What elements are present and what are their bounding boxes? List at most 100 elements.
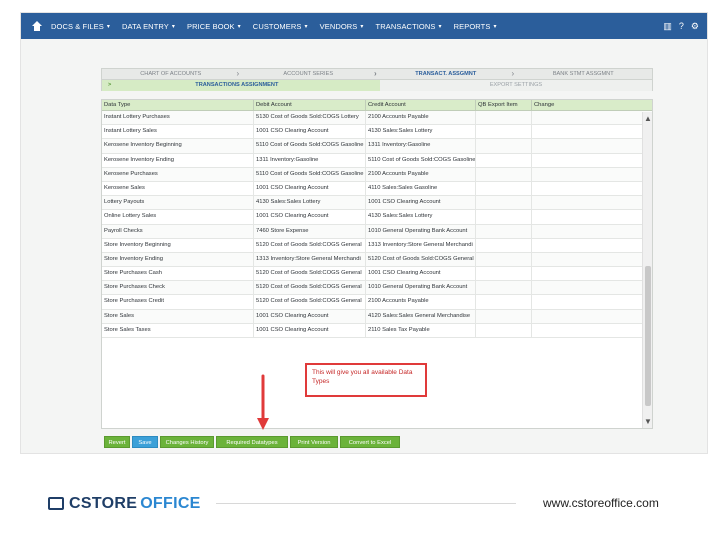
column-header-data-type[interactable]: Data Type: [102, 100, 254, 110]
cell-credit-account[interactable]: 1313 Inventory:Store General Merchandi: [366, 238, 476, 252]
cell-qb-export-item[interactable]: [476, 196, 532, 210]
cell-debit-account[interactable]: 5130 Cost of Goods Sold:COGS Lottery: [254, 111, 366, 125]
tab-chart-of-accounts[interactable]: CHART OF ACCOUNTS: [102, 69, 240, 79]
cell-credit-account[interactable]: 1311 Inventory:Gasoline: [366, 139, 476, 153]
table-row[interactable]: Kerosene Inventory Beginning 5110 Cost of…: [102, 139, 652, 154]
subtab-transactions-assignment[interactable]: > TRANSACTIONS ASSIGNMENT: [102, 80, 380, 91]
table-row[interactable]: Store Inventory Beginning 5120 Cost of Go…: [102, 238, 652, 253]
nav-price-book[interactable]: PRICE BOOK ▾: [187, 22, 241, 31]
revert-button[interactable]: Revert: [104, 436, 130, 448]
nav-customers[interactable]: CUSTOMERS ▾: [253, 22, 308, 31]
cell-qb-export-item[interactable]: [476, 153, 532, 167]
cell-credit-account[interactable]: 1001 CSO Clearing Account: [366, 196, 476, 210]
nav-data-entry[interactable]: DATA ENTRY ▾: [122, 22, 175, 31]
cell-qb-export-item[interactable]: [476, 111, 532, 125]
nav-docs-files[interactable]: DOCS & FILES ▾: [51, 22, 110, 31]
cell-credit-account[interactable]: 2110 Sales Tax Payable: [366, 323, 476, 337]
cell-credit-account[interactable]: 5120 Cost of Goods Sold:COGS General: [366, 252, 476, 267]
cell-credit-account[interactable]: 1010 General Operating Bank Account: [366, 281, 476, 295]
cell-credit-account[interactable]: 2100 Accounts Payable: [366, 295, 476, 309]
cell-qb-export-item[interactable]: [476, 139, 532, 153]
cell-change[interactable]: [532, 281, 642, 294]
required-datatypes-button[interactable]: Required Datatypes: [216, 436, 288, 448]
table-row[interactable]: Store Purchases Credit 5120 Cost of Goods…: [102, 295, 652, 310]
column-header-change[interactable]: Change: [532, 100, 642, 110]
cell-debit-account[interactable]: 1001 CSO Clearing Account: [254, 309, 366, 323]
cell-change[interactable]: [532, 310, 642, 323]
table-row[interactable]: Online Lottery Sales 1001 CSO Clearing Ac…: [102, 210, 652, 225]
changes-history-button[interactable]: Changes History: [160, 436, 214, 448]
cell-change[interactable]: [532, 239, 642, 252]
column-header-debit-account[interactable]: Debit Account: [254, 100, 366, 110]
cell-qb-export-item[interactable]: [476, 224, 532, 238]
cell-change[interactable]: [532, 182, 642, 195]
table-row[interactable]: Lottery Payouts 4130 Sales:Sales Lottery 1…: [102, 196, 652, 211]
cell-change[interactable]: [532, 168, 642, 181]
nav-transactions[interactable]: TRANSACTIONS ▾: [376, 22, 442, 31]
nav-vendors[interactable]: VENDORS ▾: [320, 22, 364, 31]
cell-debit-account[interactable]: 5120 Cost of Goods Sold:COGS General: [254, 267, 366, 281]
cell-change[interactable]: [532, 196, 642, 209]
cell-change[interactable]: [532, 125, 642, 138]
scroll-down-icon[interactable]: ▼: [644, 417, 652, 426]
cell-credit-account[interactable]: 5110 Cost of Goods Sold:COGS Gasoline: [366, 153, 476, 167]
cell-qb-export-item[interactable]: [476, 309, 532, 323]
scrollbar-thumb[interactable]: [645, 266, 651, 406]
cell-debit-account[interactable]: 1001 CSO Clearing Account: [254, 210, 366, 224]
cell-credit-account[interactable]: 2100 Accounts Payable: [366, 167, 476, 181]
help-icon[interactable]: ?: [679, 20, 684, 32]
table-row[interactable]: Kerosene Inventory Ending 1311 Inventory:…: [102, 153, 652, 168]
cell-change[interactable]: [532, 111, 642, 124]
cell-credit-account[interactable]: 4120 Sales:Sales General Merchandise: [366, 309, 476, 323]
cell-change[interactable]: [532, 253, 642, 266]
cell-change[interactable]: [532, 267, 642, 280]
cell-debit-account[interactable]: 5110 Cost of Goods Sold:COGS Gasoline: [254, 139, 366, 153]
cell-qb-export-item[interactable]: [476, 210, 532, 224]
cell-debit-account[interactable]: 5110 Cost of Goods Sold:COGS Gasoline: [254, 167, 366, 181]
cell-qb-export-item[interactable]: [476, 125, 532, 139]
cell-credit-account[interactable]: 2100 Accounts Payable: [366, 111, 476, 125]
cell-change[interactable]: [532, 324, 642, 337]
cell-change[interactable]: [532, 139, 642, 152]
cell-qb-export-item[interactable]: [476, 267, 532, 281]
table-row[interactable]: Instant Lottery Sales 1001 CSO Clearing A…: [102, 125, 652, 140]
cell-change[interactable]: [532, 295, 642, 308]
cell-credit-account[interactable]: 4110 Sales:Sales Gasoline: [366, 181, 476, 196]
nav-reports[interactable]: REPORTS ▾: [454, 22, 497, 31]
cell-qb-export-item[interactable]: [476, 238, 532, 252]
cell-credit-account[interactable]: 4130 Sales:Sales Lottery: [366, 210, 476, 224]
cell-debit-account[interactable]: 7460 Store Expense: [254, 224, 366, 238]
cell-debit-account[interactable]: 5120 Cost of Goods Sold:COGS General: [254, 281, 366, 295]
column-header-credit-account[interactable]: Credit Account: [366, 100, 476, 110]
table-row[interactable]: Store Sales 1001 CSO Clearing Account 4120…: [102, 309, 652, 324]
table-row[interactable]: Store Purchases Check 5120 Cost of Goods …: [102, 281, 652, 296]
print-version-button[interactable]: Print Version: [290, 436, 338, 448]
cell-credit-account[interactable]: 1001 CSO Clearing Account: [366, 267, 476, 281]
cell-debit-account[interactable]: 5120 Cost of Goods Sold:COGS General: [254, 295, 366, 309]
cell-qb-export-item[interactable]: [476, 281, 532, 295]
table-row[interactable]: Instant Lottery Purchases 5130 Cost of Go…: [102, 111, 652, 126]
cell-debit-account[interactable]: 1001 CSO Clearing Account: [254, 323, 366, 337]
cell-change[interactable]: [532, 210, 642, 223]
table-row[interactable]: Store Sales Taxes 1001 CSO Clearing Accou…: [102, 323, 652, 338]
table-row[interactable]: Payroll Checks 7460 Store Expense 1010 Gen…: [102, 224, 652, 239]
cell-debit-account[interactable]: 1001 CSO Clearing Account: [254, 125, 366, 139]
cell-debit-account[interactable]: 1311 Inventory:Gasoline: [254, 153, 366, 167]
cell-debit-account[interactable]: 1001 CSO Clearing Account: [254, 181, 366, 196]
vertical-scrollbar[interactable]: ▲ ▼: [642, 112, 652, 428]
save-button[interactable]: Save: [132, 436, 158, 448]
table-row[interactable]: Store Purchases Cash 5120 Cost of Goods S…: [102, 267, 652, 282]
tab-bank-stmt-assgmnt[interactable]: BANK STMT ASSGMNT: [512, 69, 653, 79]
cell-debit-account[interactable]: 1313 Inventory:Store General Merchandi: [254, 252, 366, 267]
table-row[interactable]: Kerosene Purchases 5110 Cost of Goods Sol…: [102, 167, 652, 182]
cell-change[interactable]: [532, 225, 642, 238]
column-header-qb-export-item[interactable]: QB Export Item: [476, 100, 532, 110]
cell-debit-account[interactable]: 5120 Cost of Goods Sold:COGS General: [254, 238, 366, 252]
tab-transact-assgmnt[interactable]: TRANSACT. ASSGMNT: [374, 69, 515, 79]
subtab-export-settings[interactable]: EXPORT SETTINGS: [380, 80, 652, 91]
cell-qb-export-item[interactable]: [476, 252, 532, 267]
cell-credit-account[interactable]: 4130 Sales:Sales Lottery: [366, 125, 476, 139]
cell-debit-account[interactable]: 4130 Sales:Sales Lottery: [254, 196, 366, 210]
grid-icon[interactable]: ▥: [663, 20, 672, 32]
cell-change[interactable]: [532, 154, 642, 167]
